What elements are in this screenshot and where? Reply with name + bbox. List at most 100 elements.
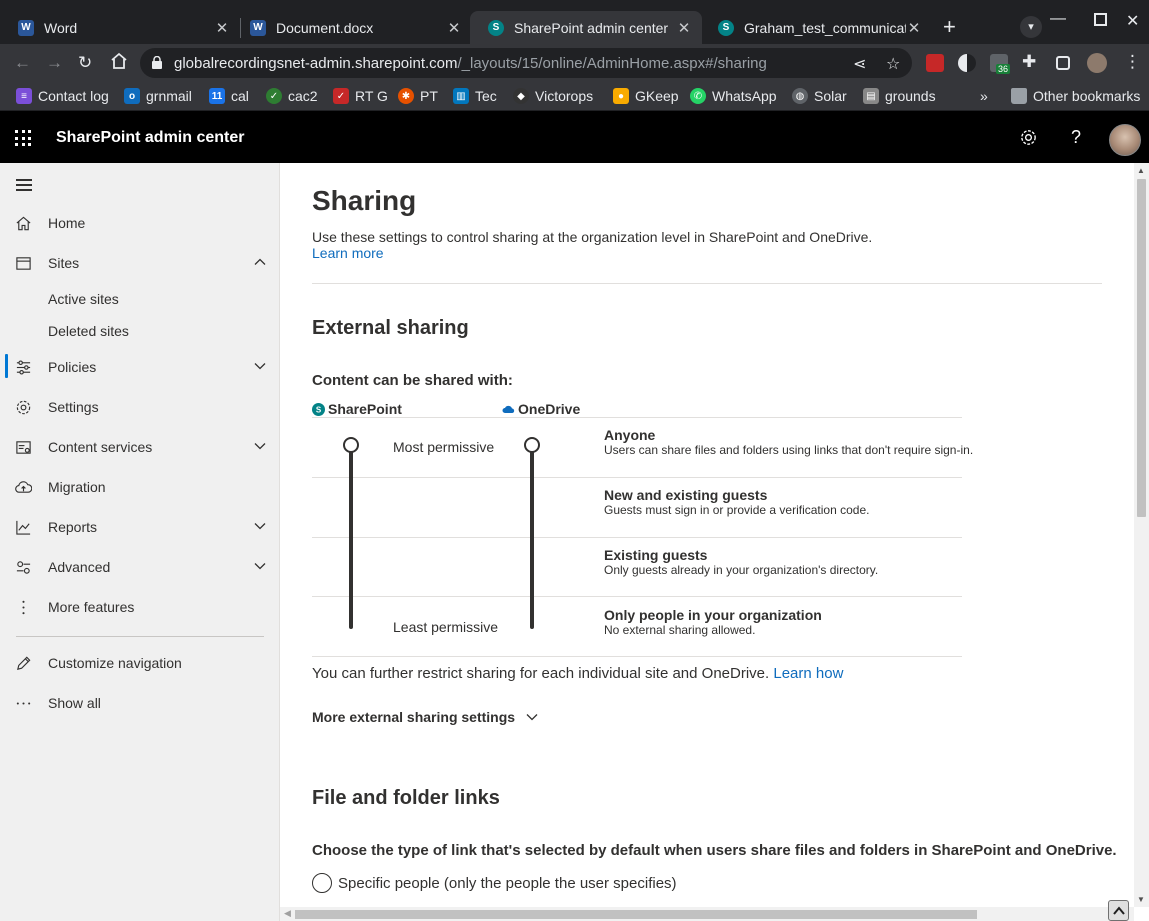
home-button[interactable] [110,52,128,75]
browser-menu-icon[interactable]: ⋮ [1124,52,1141,72]
extensions-puzzle-icon[interactable]: ✚ [1022,52,1036,72]
new-tab-button[interactable]: + [943,16,956,38]
address-bar[interactable]: globalrecordingsnet-admin.sharepoint.com… [140,48,912,78]
nav-item-home[interactable]: Home [0,203,280,243]
bookmark-label: PT [420,88,438,104]
extension-darkmode-icon[interactable] [958,54,976,72]
nav-label: Customize navigation [48,655,182,671]
chevron-down-icon [526,714,538,721]
maximize-button[interactable] [1094,13,1107,26]
tab-title: Word [44,19,78,36]
nav-subitem-deleted-sites[interactable]: Deleted sites [48,323,129,339]
scroll-down-arrow[interactable]: ▼ [1137,895,1145,904]
bookmark-contact-log[interactable]: ≡ Contact log [16,88,109,104]
scroll-up-arrow[interactable]: ▲ [1137,166,1145,175]
bookmark-victorops[interactable]: ◆ Victorops [513,88,593,104]
chevron-up-icon [1112,905,1125,915]
nav-item-more-features[interactable]: More features [0,587,280,627]
nav-label: Policies [48,359,97,375]
minimize-button[interactable]: — [1050,10,1066,28]
app-launcher-icon[interactable] [15,130,31,146]
bookmark-whatsapp[interactable]: ✆ WhatsApp [690,88,777,104]
bookmark-label: RT G [355,88,388,104]
bookmarks-bar: ≡ Contact log o grnmail 11 cal ✓ cac2 ✓ RT G … [0,82,1149,111]
nav-item-advanced[interactable]: Advanced [0,547,280,587]
sharepoint-sharing-slider-track[interactable] [349,445,353,629]
bookmark-grounds[interactable]: ▤ grounds [863,88,936,104]
nav-item-customize-navigation[interactable]: Customize navigation [0,643,280,683]
bookmark-rtg[interactable]: ✓ RT G [333,88,388,104]
learn-more-link[interactable]: Learn more [312,245,384,261]
reload-button[interactable]: ↻ [78,53,92,73]
nav-item-policies[interactable]: Policies [0,347,280,387]
app-title[interactable]: SharePoint admin center [56,129,245,147]
profile-avatar[interactable] [1087,53,1107,73]
close-window-button[interactable]: ✕ [1126,11,1139,31]
browser-tab-word[interactable]: W Word ✕ [0,11,240,44]
restrict-text: You can further restrict sharing for eac… [312,665,770,682]
left-navigation: Home Sites Active sites Deleted sites Po… [0,163,280,921]
bookmark-gkeep[interactable]: ● GKeep [613,88,679,104]
sharepoint-sharing-slider-thumb[interactable] [343,437,359,453]
folder-icon [1011,88,1027,104]
onedrive-sharing-slider-track[interactable] [530,445,534,629]
learn-how-link[interactable]: Learn how [773,665,843,682]
browser-tab-sharepoint-admin[interactable]: S SharePoint admin center ✕ [470,11,702,44]
help-icon[interactable]: ? [1071,127,1081,148]
other-bookmarks-folder[interactable]: Other bookmarks [1011,88,1140,104]
check-icon: ✓ [266,88,282,104]
extension-counter-icon[interactable]: 36 [990,54,1011,74]
horizontal-scrollbar[interactable]: ◀ [280,907,1134,921]
nav-item-show-all[interactable]: Show all [0,683,280,723]
browser-tab-document[interactable]: W Document.docx ✕ [232,11,472,44]
chevron-up-icon[interactable] [240,255,280,272]
scrollbar-thumb[interactable] [1137,179,1146,517]
side-panel-icon[interactable] [1056,56,1070,70]
browser-tab-graham-test[interactable]: S Graham_test_communication ✕ [700,11,932,44]
hamburger-menu-icon[interactable] [16,179,32,191]
vertical-scrollbar[interactable]: ▲ ▼ [1134,163,1149,907]
bookmark-solar[interactable]: ◍ Solar [792,88,847,104]
nav-item-content-services[interactable]: Content services [0,427,280,467]
scrollbar-thumb[interactable] [295,910,977,919]
nav-item-migration[interactable]: Migration [0,467,280,507]
onedrive-sharing-slider-thumb[interactable] [524,437,540,453]
share-icon[interactable]: ⋖ [853,54,866,74]
scroll-left-arrow[interactable]: ◀ [284,908,291,919]
close-icon[interactable]: ✕ [676,19,692,37]
calendar-icon: 11 [209,88,225,104]
tab-search-button[interactable]: ▾ [1020,16,1042,38]
nav-label: More features [48,599,135,615]
bookmark-label: cac2 [288,88,318,104]
bookmark-cac2[interactable]: ✓ cac2 [266,88,318,104]
nav-item-sites[interactable]: Sites [0,243,280,283]
back-button[interactable]: ← [14,53,31,73]
bookmark-pt[interactable]: ✱ PT [398,88,438,104]
gear-icon[interactable] [1019,128,1038,152]
chevron-down-icon[interactable] [240,359,280,376]
chevron-down-icon[interactable] [240,439,280,456]
extension-lastpass-icon[interactable] [926,54,944,72]
scroll-to-top-button[interactable] [1108,900,1129,921]
forward-button[interactable]: → [46,53,63,73]
link-option-specific-people[interactable]: Specific people (only the people the use… [312,873,677,893]
bookmark-grnmail[interactable]: o grnmail [124,88,192,104]
nav-item-settings[interactable]: Settings [0,387,280,427]
bookmarks-overflow-button[interactable]: » [980,88,988,104]
close-icon[interactable]: ✕ [906,19,922,37]
nav-subitem-active-sites[interactable]: Active sites [48,291,119,307]
avatar[interactable] [1109,124,1141,156]
svg-text:S: S [316,405,322,414]
radio-button[interactable] [312,873,332,893]
close-icon[interactable]: ✕ [446,19,462,37]
bookmark-star-icon[interactable]: ☆ [886,54,900,74]
more-external-sharing-settings-toggle[interactable]: More external sharing settings [312,709,539,725]
sites-icon [0,255,48,272]
chevron-down-icon[interactable] [240,559,280,576]
chevron-down-icon[interactable] [240,519,280,536]
bookmark-tec[interactable]: ▥ Tec [453,88,497,104]
close-icon[interactable]: ✕ [214,19,230,37]
bookmark-cal[interactable]: 11 cal [209,88,249,104]
nav-item-reports[interactable]: Reports [0,507,280,547]
least-permissive-label: Least permissive [393,619,499,635]
